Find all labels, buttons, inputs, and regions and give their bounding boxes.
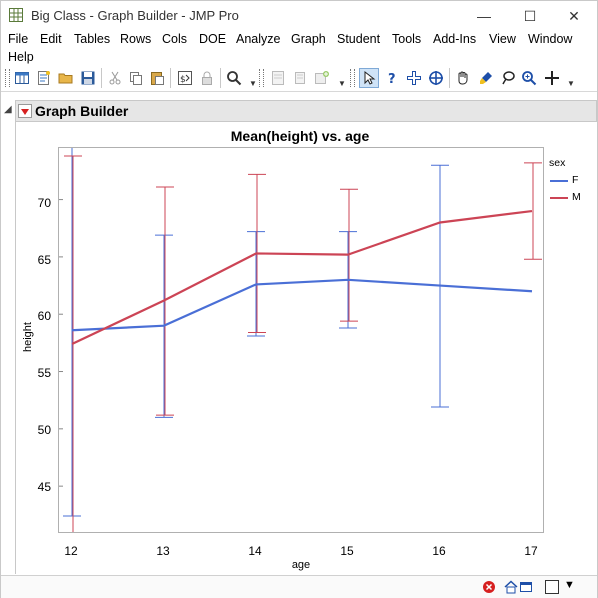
copy-report-icon[interactable]: [290, 68, 310, 88]
legend-label-f[interactable]: F: [572, 174, 578, 186]
paste-icon[interactable]: [147, 68, 167, 88]
y-tick-label: 50: [37, 423, 51, 437]
toolbar-grip[interactable]: [259, 69, 264, 87]
search-icon[interactable]: [224, 68, 244, 88]
plot-frame[interactable]: [58, 144, 544, 534]
plot-area: [59, 144, 542, 534]
toolbar-separator: [449, 68, 450, 88]
menu-student[interactable]: Student: [337, 32, 380, 46]
window-title: Big Class - Graph Builder - JMP Pro: [31, 8, 239, 23]
menu-tables[interactable]: Tables: [74, 32, 110, 46]
new-data-table-icon[interactable]: [12, 68, 32, 88]
x-tick-label: 14: [248, 544, 262, 558]
status-bar: ▼: [1, 575, 597, 598]
menu-tools[interactable]: Tools: [392, 32, 421, 46]
add-graph-icon[interactable]: [312, 68, 332, 88]
series-line-m[interactable]: [71, 209, 533, 346]
y-axis-label: height: [22, 322, 34, 352]
save-icon[interactable]: [78, 68, 98, 88]
menu-analyze[interactable]: Analyze: [236, 32, 280, 46]
tools-dropdown-chevron-icon[interactable]: ▼: [567, 79, 575, 88]
lock-icon[interactable]: [197, 68, 217, 88]
menu-bar: File Edit Tables Rows Cols DOE Analyze G…: [1, 31, 597, 65]
svg-text:$: $: [180, 75, 186, 85]
toolbar-grip[interactable]: [350, 69, 355, 87]
report-icon[interactable]: [268, 68, 288, 88]
y-tick-label: 55: [37, 366, 51, 380]
legend-swatch-f: [550, 180, 568, 182]
copy-icon[interactable]: [126, 68, 146, 88]
menu-help[interactable]: Help: [8, 50, 34, 64]
stop-icon[interactable]: [482, 580, 496, 594]
x-tick-label: 12: [64, 544, 78, 558]
open-icon[interactable]: [56, 68, 76, 88]
checkbox-icon[interactable]: [545, 580, 559, 594]
toolbar-grip[interactable]: [5, 69, 10, 87]
disclosure-icon[interactable]: ◢: [4, 104, 12, 115]
x-tick-label: 13: [156, 544, 170, 558]
jmp-window: Big Class - Graph Builder - JMP Pro — ☐ …: [0, 0, 598, 598]
toolbar: $ ▼ ▼ ? ▼: [1, 65, 597, 92]
x-axis-label: age: [291, 559, 311, 571]
annotate-tool-icon[interactable]: [542, 68, 562, 88]
selection-tool-icon[interactable]: [404, 68, 424, 88]
menu-doe[interactable]: DOE: [199, 32, 226, 46]
crosshair-tool-icon[interactable]: [426, 68, 446, 88]
search-dropdown-chevron-icon[interactable]: ▼: [249, 79, 257, 88]
toolbar-separator: [220, 68, 221, 88]
legend-label-m[interactable]: M: [572, 191, 581, 203]
svg-text:?: ?: [388, 72, 396, 86]
minimize-button[interactable]: —: [461, 1, 507, 31]
menu-window[interactable]: Window: [528, 32, 572, 46]
legend-title: sex: [549, 157, 566, 169]
home-icon[interactable]: [504, 580, 518, 594]
magnifier-tool-icon[interactable]: [519, 68, 539, 88]
x-tick-label: 15: [340, 544, 354, 558]
toolbar-separator: [101, 68, 102, 88]
app-icon: [9, 8, 23, 22]
series-line-f[interactable]: [71, 278, 533, 332]
arrow-tool-icon[interactable]: [359, 68, 379, 88]
hand-tool-icon[interactable]: [453, 68, 473, 88]
menu-cols[interactable]: Cols: [162, 32, 187, 46]
y-tick-label: 45: [37, 480, 51, 494]
red-triangle-menu-icon[interactable]: [18, 104, 32, 118]
title-bar[interactable]: Big Class - Graph Builder - JMP Pro — ☐ …: [1, 1, 597, 31]
outline-title: Graph Builder: [35, 103, 129, 119]
close-button[interactable]: ✕: [551, 1, 597, 31]
brush-tool-icon[interactable]: [476, 68, 496, 88]
script-window-icon[interactable]: $: [175, 68, 195, 88]
cut-icon[interactable]: [105, 68, 125, 88]
new-script-icon[interactable]: [34, 68, 54, 88]
menu-rows[interactable]: Rows: [120, 32, 151, 46]
y-tick-label: 65: [37, 253, 51, 267]
x-tick-label: 17: [524, 544, 538, 558]
y-tick-label: 60: [37, 309, 51, 323]
menu-file[interactable]: File: [8, 32, 28, 46]
menu-edit[interactable]: Edit: [40, 32, 62, 46]
window-list-icon[interactable]: [519, 580, 533, 594]
chart-title: Mean(height) vs. age: [230, 128, 370, 144]
lasso-tool-icon[interactable]: [498, 68, 518, 88]
menu-graph[interactable]: Graph: [291, 32, 326, 46]
menu-view[interactable]: View: [489, 32, 516, 46]
toolbar-separator: [170, 68, 171, 88]
y-tick-label: 70: [37, 196, 51, 210]
legend-swatch-m: [550, 197, 568, 199]
menu-add-ins[interactable]: Add-Ins: [433, 32, 476, 46]
maximize-button[interactable]: ☐: [507, 1, 553, 31]
add-graph-dropdown-chevron-icon[interactable]: ▼: [338, 79, 346, 88]
status-dropdown-chevron-icon[interactable]: ▼: [564, 579, 575, 591]
x-tick-label: 16: [432, 544, 446, 558]
help-tool-icon[interactable]: ?: [382, 68, 402, 88]
